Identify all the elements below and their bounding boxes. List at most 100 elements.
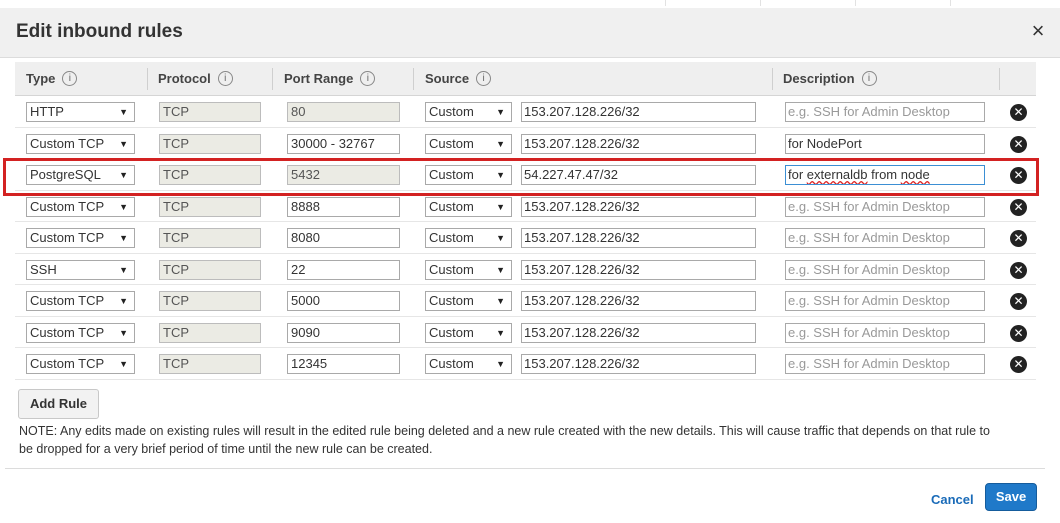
info-icon[interactable]: i	[217, 71, 233, 87]
port-range-input[interactable]: 8080	[287, 228, 400, 248]
description-input[interactable]: for NodePort	[785, 133, 985, 154]
description-input[interactable]: e.g. SSH for Admin Desktop	[785, 259, 985, 280]
info-icon[interactable]: i	[476, 71, 492, 87]
description-input[interactable]: e.g. SSH for Admin Desktop	[785, 354, 985, 374]
column-header-description: Description i	[783, 62, 877, 96]
table-row: HTTP ▼ TCP 80 Custom ▼ 153.207.128.226/32 e.g. …	[15, 96, 1036, 128]
port-range-input[interactable]: 5432	[287, 165, 400, 185]
add-rule-button[interactable]: Add Rule	[18, 389, 99, 419]
port-range-input[interactable]: 9090	[287, 322, 400, 343]
delete-rule-icon[interactable]: ✕	[1010, 135, 1027, 153]
source-cidr-input[interactable]: 153.207.128.226/32	[521, 196, 756, 217]
inbound-rules-table: Type i Protocol i Port Range i Source i Desc…	[15, 62, 1036, 380]
table-row: PostgreSQL ▼ TCP 5432 Custom ▼ 54.227.47.47/32…	[15, 159, 1036, 191]
delete-rule-icon[interactable]: ✕	[1010, 293, 1027, 310]
delete-rule-icon[interactable]: ✕	[1010, 167, 1027, 184]
source-cidr-input[interactable]: 153.207.128.226/32	[521, 291, 756, 311]
dropdown-arrow-icon: ▼	[496, 264, 505, 275]
source-select[interactable]: Custom ▼	[425, 291, 512, 311]
type-select[interactable]: Custom TCP ▼	[26, 133, 135, 154]
delete-rule-icon[interactable]: ✕	[1010, 198, 1027, 216]
dropdown-arrow-icon: ▼	[119, 107, 128, 117]
port-range-input[interactable]: 22	[287, 259, 400, 280]
dropdown-arrow-icon: ▼	[496, 359, 505, 369]
source-value: Custom	[429, 261, 474, 277]
dialog-header: Edit inbound rules ×	[0, 8, 1060, 58]
source-value: Custom	[429, 104, 474, 119]
type-select[interactable]: Custom TCP ▼	[26, 354, 135, 374]
source-select[interactable]: Custom ▼	[425, 165, 512, 185]
source-select[interactable]: Custom ▼	[425, 133, 512, 154]
column-divider	[413, 68, 414, 90]
dropdown-arrow-icon: ▼	[496, 107, 505, 117]
delete-rule-icon[interactable]: ✕	[1010, 324, 1027, 342]
type-select[interactable]: Custom TCP ▼	[26, 291, 135, 311]
type-select[interactable]: SSH ▼	[26, 259, 135, 280]
type-select[interactable]: HTTP ▼	[26, 102, 135, 122]
source-cidr-input[interactable]: 153.207.128.226/32	[521, 228, 756, 248]
port-range-input[interactable]: 12345	[287, 354, 400, 374]
source-select[interactable]: Custom ▼	[425, 196, 512, 217]
port-range-input[interactable]: 8888	[287, 196, 400, 217]
delete-rule-icon[interactable]: ✕	[1010, 230, 1027, 247]
source-cidr-input[interactable]: 153.207.128.226/32	[521, 354, 756, 374]
info-icon[interactable]: i	[861, 71, 877, 87]
description-input[interactable]: e.g. SSH for Admin Desktop	[785, 291, 985, 311]
info-icon[interactable]: i	[360, 71, 376, 87]
protocol-field: TCP	[159, 228, 261, 248]
description-input[interactable]: e.g. SSH for Admin Desktop	[785, 322, 985, 343]
column-divider	[999, 68, 1000, 90]
table-row: Custom TCP ▼ TCP 12345 Custom ▼ 153.207.128.22…	[15, 348, 1036, 380]
type-select[interactable]: Custom TCP ▼	[26, 228, 135, 248]
cancel-button[interactable]: Cancel	[931, 492, 974, 507]
protocol-field: TCP	[159, 259, 261, 280]
source-cidr-input[interactable]: 153.207.128.226/32	[521, 259, 756, 280]
column-header-port-range: Port Range i	[284, 62, 376, 96]
source-cidr-input[interactable]: 153.207.128.226/32	[521, 133, 756, 154]
dropdown-arrow-icon: ▼	[496, 138, 505, 149]
source-select[interactable]: Custom ▼	[425, 354, 512, 374]
delete-rule-icon[interactable]: ✕	[1010, 356, 1027, 373]
top-strip	[0, 0, 1060, 8]
source-select[interactable]: Custom ▼	[425, 102, 512, 122]
source-cidr-input[interactable]: 153.207.128.226/32	[521, 322, 756, 343]
delete-rule-icon[interactable]: ✕	[1010, 261, 1027, 279]
delete-rule-icon[interactable]: ✕	[1010, 104, 1027, 121]
source-cidr-input[interactable]: 54.227.47.47/32	[521, 165, 756, 185]
table-row: Custom TCP ▼ TCP 5000 Custom ▼ 153.207.128.226…	[15, 285, 1036, 317]
protocol-field: TCP	[159, 354, 261, 374]
description-input[interactable]: for externaldb from node	[785, 165, 985, 185]
column-header-type: Type i	[26, 62, 78, 96]
source-cidr-input[interactable]: 153.207.128.226/32	[521, 102, 756, 122]
port-range-input[interactable]: 5000	[287, 291, 400, 311]
source-value: Custom	[429, 324, 474, 340]
dropdown-arrow-icon: ▼	[496, 233, 505, 243]
source-select[interactable]: Custom ▼	[425, 322, 512, 343]
protocol-field: TCP	[159, 291, 261, 311]
source-select[interactable]: Custom ▼	[425, 259, 512, 280]
source-value: Custom	[429, 167, 474, 182]
dropdown-arrow-icon: ▼	[119, 264, 128, 275]
protocol-field: TCP	[159, 165, 261, 185]
footer-divider	[5, 468, 1045, 469]
dropdown-arrow-icon: ▼	[496, 296, 505, 306]
close-icon[interactable]: ×	[1026, 18, 1050, 44]
protocol-field: TCP	[159, 322, 261, 343]
type-select[interactable]: PostgreSQL ▼	[26, 165, 135, 185]
type-select[interactable]: Custom TCP ▼	[26, 196, 135, 217]
save-button[interactable]: Save	[985, 483, 1037, 511]
type-value: Custom TCP	[30, 293, 105, 308]
description-input[interactable]: e.g. SSH for Admin Desktop	[785, 228, 985, 248]
type-select[interactable]: Custom TCP ▼	[26, 322, 135, 343]
info-icon[interactable]: i	[62, 71, 78, 87]
description-input[interactable]: e.g. SSH for Admin Desktop	[785, 102, 985, 122]
table-row: Custom TCP ▼ TCP 8888 Custom ▼ 153.207.128.226…	[15, 191, 1036, 222]
description-input[interactable]: e.g. SSH for Admin Desktop	[785, 196, 985, 217]
source-select[interactable]: Custom ▼	[425, 228, 512, 248]
type-value: Custom TCP	[30, 230, 105, 245]
dropdown-arrow-icon: ▼	[496, 327, 505, 338]
port-range-input[interactable]: 80	[287, 102, 400, 122]
column-divider	[772, 68, 773, 90]
port-range-input[interactable]: 30000 - 32767	[287, 133, 400, 154]
table-header: Type i Protocol i Port Range i Source i Desc…	[15, 62, 1036, 96]
